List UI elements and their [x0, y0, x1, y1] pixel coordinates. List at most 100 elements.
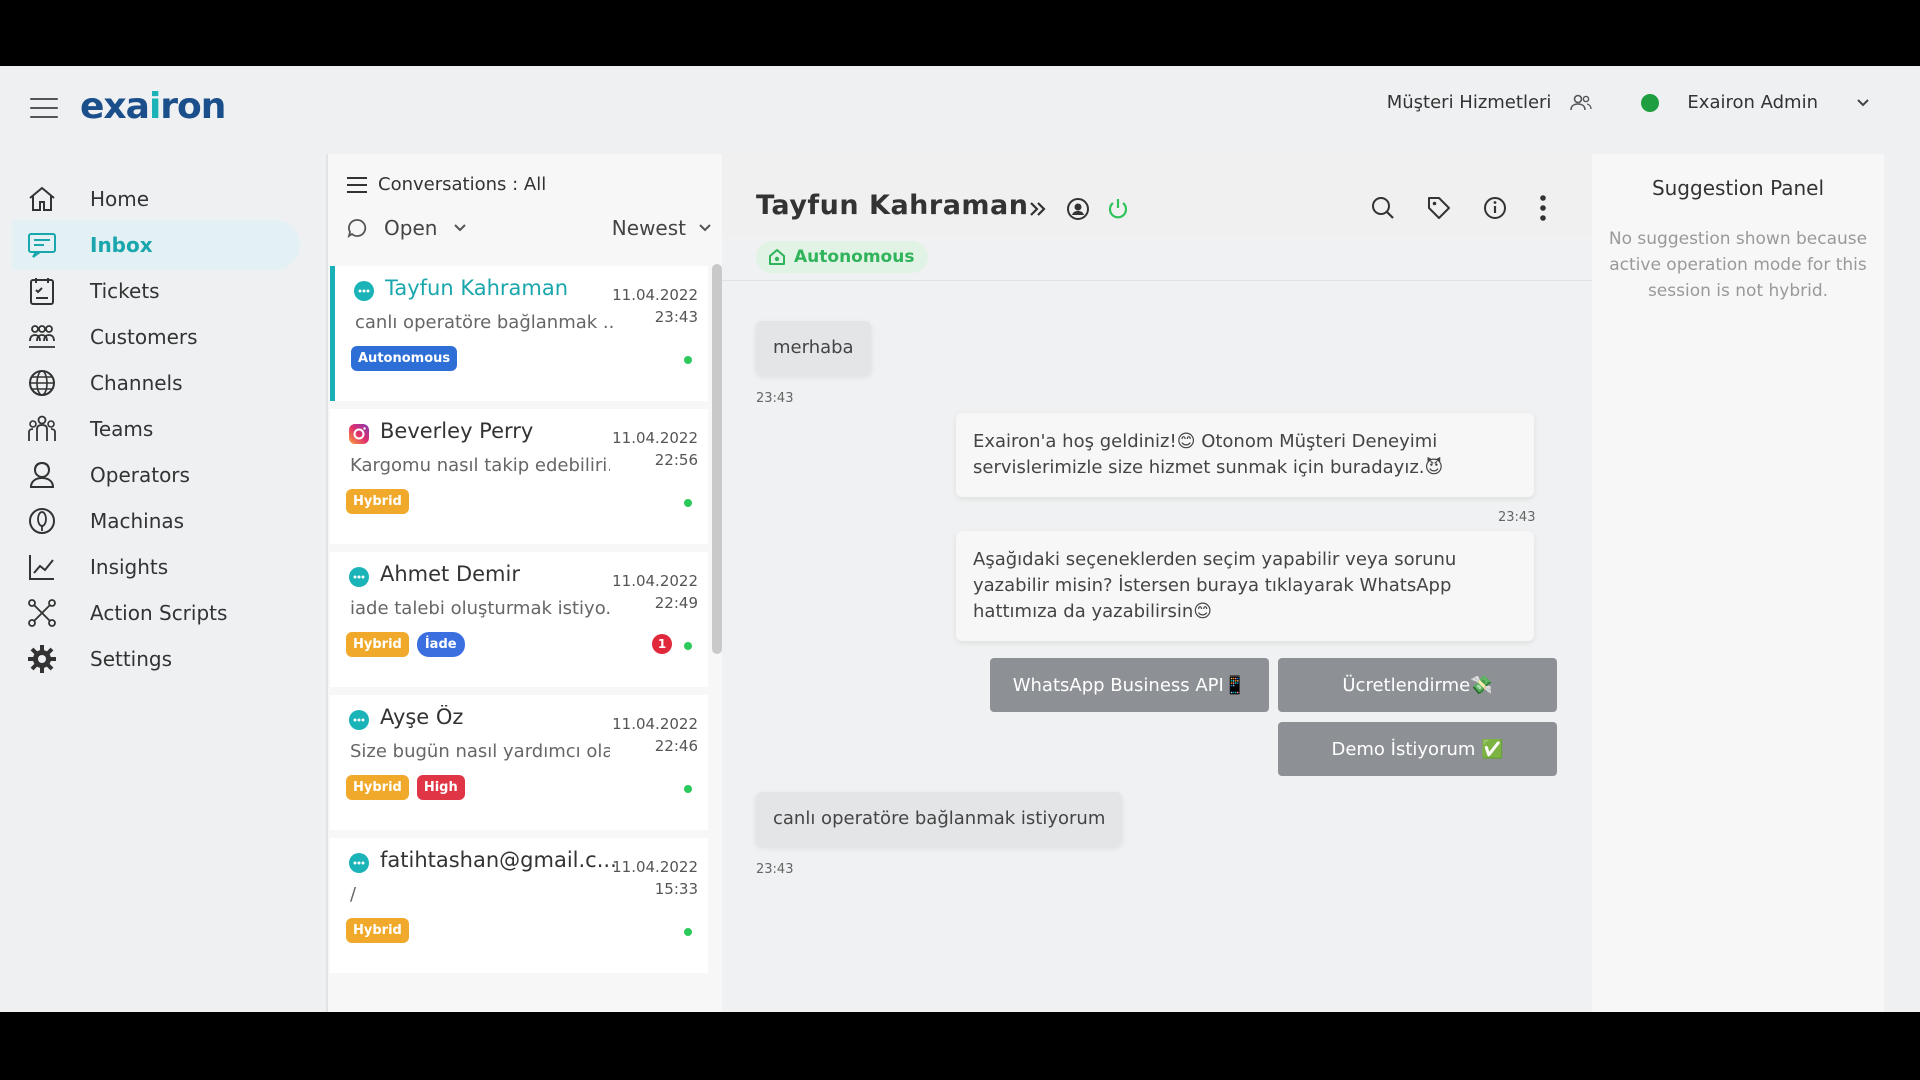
teams-icon [28, 415, 56, 441]
hybrid-badge: Hybrid [346, 632, 409, 657]
chat-contact-name[interactable]: Tayfun Kahraman [756, 190, 1029, 221]
chart-icon [29, 555, 54, 580]
online-status-indicator [1641, 93, 1660, 112]
quick-reply-pricing-button[interactable]: Ücretlendirme💸 [1278, 658, 1557, 712]
label-badge: İade [416, 632, 465, 657]
suggestion-panel: Suggestion Panel No suggestion shown bec… [1592, 154, 1884, 1012]
conversation-item[interactable]: Ayşe Öz 11.04.2022 22:46 Size bugün nasıl… [330, 695, 708, 830]
operator-icon [29, 461, 55, 488]
webchat-icon [349, 710, 369, 730]
conversation-preview: Size bugün nasıl yardımcı ola [350, 741, 610, 762]
info-icon[interactable] [1482, 195, 1508, 221]
sidebar-item-insights[interactable]: Insights [12, 542, 300, 592]
sidebar-item-customers[interactable]: Customers [12, 312, 300, 362]
conversation-preview: canlı operatöre bağlanmak ... [355, 312, 615, 333]
gear-icon [28, 645, 56, 673]
home-icon [29, 186, 55, 211]
conversation-name: fatihtashan@gmail.c... [380, 848, 617, 872]
unread-count-badge: 1 [652, 634, 672, 654]
status-filter-value: Open [384, 216, 438, 240]
chevron-down-icon[interactable] [1856, 96, 1870, 110]
sidebar-item-label: Teams [90, 417, 154, 441]
quick-reply-whatsapp-button[interactable]: WhatsApp Business API📱 [990, 658, 1269, 712]
instagram-icon [349, 424, 369, 444]
conversation-tags: Autonomous [351, 346, 458, 371]
top-bar: exairon Müşteri Hizmetleri Exairon Admin [0, 66, 1920, 154]
tag-icon[interactable] [1426, 195, 1452, 221]
sidebar-item-tickets[interactable]: Tickets [12, 266, 300, 316]
chat-header: Tayfun Kahraman [722, 154, 1592, 236]
conversation-tags: Hybrid High [346, 775, 465, 800]
autonomous-badge: Autonomous [351, 346, 458, 371]
conversation-list-header[interactable]: Conversations : All [346, 174, 546, 195]
hybrid-badge: Hybrid [346, 918, 409, 943]
conversation-filter-title: Conversations : All [378, 174, 547, 195]
conversation-name: Ahmet Demir [380, 562, 520, 586]
webchat-icon [354, 281, 374, 301]
conversation-preview: / [350, 884, 357, 905]
conversation-preview: iade talebi oluşturmak istiyo... [350, 598, 610, 619]
header-user-area: Müşteri Hizmetleri Exairon Admin [1387, 92, 1870, 113]
online-dot [684, 928, 692, 936]
conversation-list-scrollbar[interactable] [712, 264, 722, 654]
incoming-message: canlı operatöre bağlanmak istiyorum [756, 792, 1123, 846]
exairon-logo[interactable]: exairon [80, 86, 226, 127]
user-name[interactable]: Exairon Admin [1687, 92, 1818, 113]
sidebar-item-inbox[interactable]: Inbox [12, 220, 300, 270]
quick-reply-demo-button[interactable]: Demo İstiyorum ✅ [1278, 722, 1557, 776]
message-time: 23:43 [756, 391, 794, 406]
outgoing-message: Aşağıdaki seçeneklerden seçim yapabilir … [956, 531, 1534, 641]
sidebar-item-settings[interactable]: Settings [12, 634, 300, 684]
online-dot [684, 785, 692, 793]
chat-header-divider [722, 280, 1592, 281]
menu-toggle-icon[interactable] [30, 98, 58, 118]
team-users-icon[interactable] [1569, 93, 1593, 113]
sidebar-item-label: Inbox [90, 233, 153, 257]
online-dot [684, 642, 692, 650]
double-chevron-right-icon[interactable] [1027, 198, 1049, 220]
sidebar-item-label: Operators [90, 463, 190, 487]
online-dot [684, 356, 692, 364]
conversation-tags: Hybrid İade [346, 632, 465, 657]
sidebar-item-machinas[interactable]: Machinas [12, 496, 300, 546]
conversation-list-panel: Conversations : All Open Newest Tayfun K… [326, 154, 722, 1012]
webchat-icon [349, 853, 369, 873]
status-filter-dropdown[interactable]: Open [346, 216, 467, 240]
conversation-item[interactable]: Ahmet Demir 11.04.2022 22:49 iade talebi … [330, 552, 708, 687]
power-icon[interactable] [1106, 197, 1130, 221]
inbox-icon [28, 233, 56, 258]
incoming-message: merhaba [756, 321, 871, 375]
search-icon[interactable] [1370, 195, 1396, 221]
priority-badge: High [416, 775, 465, 800]
globe-icon [29, 370, 55, 396]
sidebar-item-label: Settings [90, 647, 173, 671]
conversation-item[interactable]: fatihtashan@gmail.c... 11.04.2022 15:33 /… [330, 838, 708, 973]
sidebar-item-teams[interactable]: Teams [12, 404, 300, 454]
app-window: exairon Müşteri Hizmetleri Exairon Admin… [0, 66, 1920, 1012]
conversation-datetime: 11.04.2022 23:43 [612, 286, 698, 326]
conversation-item[interactable]: Tayfun Kahraman 11.04.2022 23:43 canlı op… [330, 266, 708, 401]
sidebar-item-operators[interactable]: Operators [12, 450, 300, 500]
team-name[interactable]: Müşteri Hizmetleri [1387, 92, 1552, 113]
outgoing-message: Exairon'a hoş geldiniz!😊 Otonom Müşteri … [956, 413, 1534, 497]
chat-panel: Tayfun Kahraman Autonomous merhaba 23:43… [722, 154, 1592, 1012]
sort-dropdown[interactable]: Newest [612, 216, 712, 240]
sidebar-item-home[interactable]: Home [12, 174, 300, 224]
sidebar-item-action-scripts[interactable]: Action Scripts [12, 588, 300, 638]
chat-bubble-icon [347, 219, 367, 239]
conversation-filters: Open Newest [346, 216, 712, 246]
list-menu-icon[interactable] [346, 176, 368, 194]
sidebar-item-channels[interactable]: Channels [12, 358, 300, 408]
sidebar-item-label: Machinas [90, 509, 185, 533]
conversation-item[interactable]: Beverley Perry 11.04.2022 22:56 Kargomu n… [330, 409, 708, 544]
robot-icon [29, 508, 55, 534]
more-options-icon[interactable] [1538, 194, 1548, 222]
conversation-tags: Hybrid [346, 918, 409, 943]
assign-user-icon[interactable] [1066, 197, 1090, 221]
conversation-name: Tayfun Kahraman [385, 276, 569, 300]
conversation-name: Ayşe Öz [380, 705, 464, 729]
conversation-datetime: 11.04.2022 22:56 [612, 429, 698, 469]
sidebar-item-label: Customers [90, 325, 198, 349]
message-time: 23:43 [756, 862, 794, 877]
hybrid-badge: Hybrid [346, 775, 409, 800]
